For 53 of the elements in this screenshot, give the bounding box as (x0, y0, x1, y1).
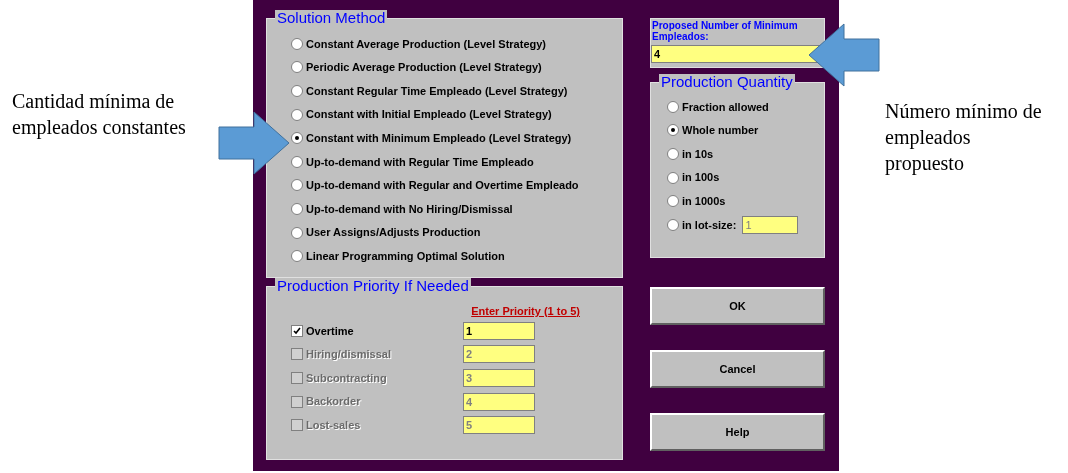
radio-button[interactable] (291, 85, 303, 97)
radio-button[interactable] (667, 148, 679, 160)
option-label: User Assigns/Adjusts Production (306, 225, 481, 241)
radio-button[interactable] (291, 132, 303, 145)
annotation-text: Número mínimo de empleados propuesto (885, 99, 1043, 176)
checkbox-label: Subcontracting (306, 370, 388, 386)
arrow-icon (218, 111, 290, 175)
dialog-button[interactable]: Cancel (650, 350, 825, 388)
option-label: in 1000s (682, 193, 726, 209)
radio-button[interactable] (667, 195, 679, 208)
input-field[interactable]: 1 (742, 215, 799, 234)
option-label: Up-to-demand with No Hiring/Dismissal (306, 201, 513, 217)
radio-button[interactable] (291, 179, 303, 192)
option-label: Constant with Minimum Empleado (Level Strategy) (306, 130, 572, 146)
field-label: Proposed Number of Minimum Empleados: (651, 19, 799, 44)
radio-button[interactable] (291, 250, 303, 263)
input-field[interactable]: 1 (463, 321, 535, 340)
option-label: Up-to-demand with Regular Time Empleado (306, 154, 534, 170)
radio-button[interactable] (291, 202, 303, 215)
checkbox-label: Hiring/dismissal (306, 347, 392, 363)
radio-button[interactable] (291, 108, 303, 121)
radio-button[interactable] (291, 37, 303, 50)
option-label: Constant Average Production (Level Strategy) (306, 36, 546, 52)
radio-button[interactable] (667, 100, 679, 113)
arrow-icon (808, 23, 880, 87)
radio-button[interactable] (291, 226, 303, 239)
option-label: Whole number (682, 123, 759, 139)
group-title: Production Quantity (659, 74, 795, 90)
checkbox[interactable] (291, 324, 303, 337)
option-label: Constant Regular Time Empleado (Level Strategy) (306, 83, 568, 99)
option-label: in 100s (682, 170, 720, 186)
option-label: in 10s (682, 146, 714, 162)
group-title: Solution Method (275, 10, 388, 26)
option-label: Periodic Average Production (Level Strategy) (306, 60, 542, 76)
radio-button[interactable] (667, 171, 679, 184)
radio-button[interactable] (667, 218, 679, 231)
checkmark-icon (293, 326, 301, 335)
group-title: Production Priority If Needed (275, 278, 471, 294)
option-label: Fraction allowed (682, 99, 769, 115)
option-label: Constant with Initial Empleado (Level Strategy) (306, 107, 552, 123)
annotation-text: Cantidad mínima de empleados constantes (12, 89, 187, 140)
checkbox-label: Overtime (306, 323, 355, 339)
radio-button[interactable] (291, 155, 303, 168)
column-header: Enter Priority (1 to 5) (471, 304, 580, 319)
option-label: Linear Programming Optimal Solution (306, 248, 505, 264)
dialog-button[interactable]: OK (650, 287, 825, 325)
radio-button[interactable] (667, 124, 679, 137)
dialog-button[interactable]: Help (650, 413, 825, 451)
radio-button[interactable] (291, 61, 303, 74)
option-label: in lot-size: (682, 217, 737, 233)
option-label: Up-to-demand with Regular and Overtime Empleado (306, 178, 579, 194)
checkbox-label: Lost-sales (306, 417, 362, 433)
checkbox-label: Backorder (306, 394, 362, 410)
